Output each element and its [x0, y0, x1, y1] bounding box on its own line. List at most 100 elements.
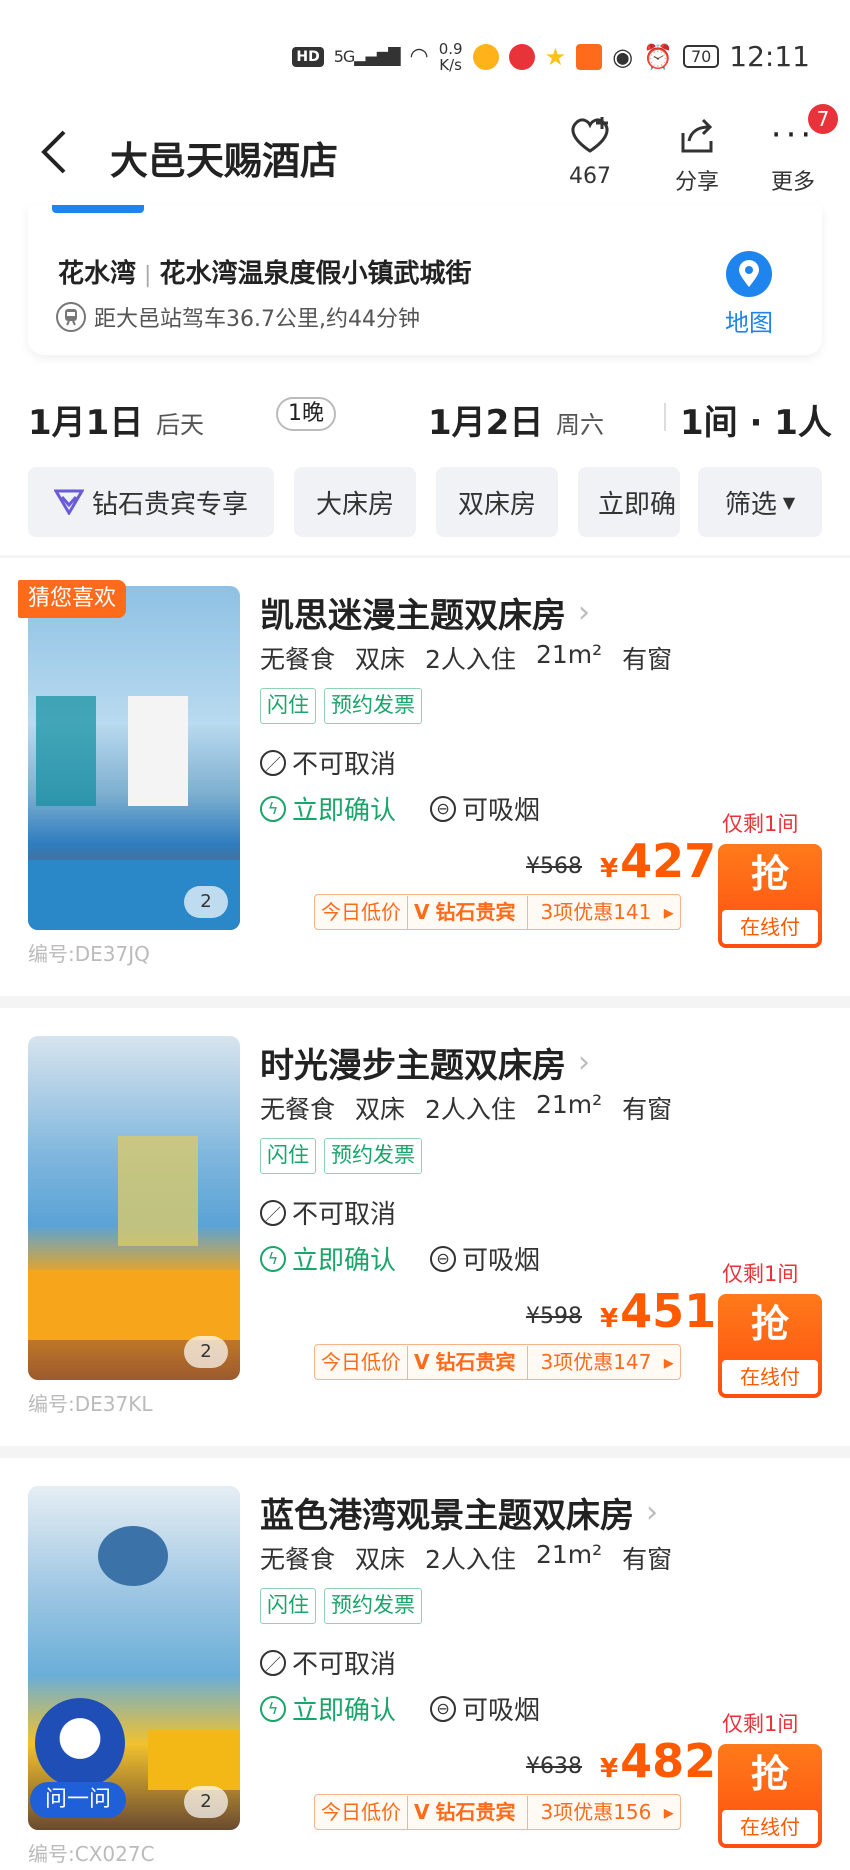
spec-bed: 双床 — [355, 1545, 406, 1574]
nav-header: 大邑天赐酒店 467 分享 ··· 更多 7 — [0, 100, 850, 205]
photo-wardrobe — [128, 696, 188, 806]
filter-twin-bed[interactable]: 双床房 — [436, 467, 558, 537]
share-button[interactable]: 分享 — [652, 112, 742, 196]
spec-window: 有窗 — [622, 645, 673, 674]
assistant-label: 问一问 — [30, 1782, 126, 1818]
spec-area: 21m² — [535, 640, 603, 669]
room-tags: 闪住 预约发票 — [260, 688, 422, 724]
checkout-day: 周六 — [556, 411, 604, 439]
promo-strip[interactable]: 今日低价 V 钻石贵宾 3项优惠141 ▸ — [314, 894, 681, 930]
smoking-allowed: ⊖ 可吸烟 — [430, 1690, 540, 1727]
more-button[interactable]: ··· 更多 7 — [748, 104, 838, 196]
lightning-icon: ϟ — [260, 1245, 286, 1272]
location-pin-icon — [726, 251, 772, 297]
page-title: 大邑天赐酒店 — [110, 139, 339, 183]
room-name[interactable]: 凯思迷漫主题双床房 › — [260, 588, 590, 637]
address-card[interactable]: 花水湾 | 花水湾温泉度假小镇武城街 距大邑站驾车36.7公里,约44分钟 地图 — [28, 205, 822, 355]
room-name-text: 凯思迷漫主题双床房 — [260, 596, 566, 636]
book-button-label: 抢 — [750, 1302, 789, 1346]
more-label: 更多 — [770, 170, 815, 195]
date-selector[interactable]: 1月1日 后天 1晚 1月2日 周六 1间 · 1人 — [0, 365, 850, 455]
filter-diamond-label: 钻石贵宾专享 — [91, 489, 248, 520]
checkout-date[interactable]: 1月2日 — [428, 395, 543, 444]
pay-online-label: 在线付 — [722, 910, 818, 944]
smoking-icon: ⊖ — [430, 795, 457, 822]
filter-dropdown-label: 筛选 — [724, 489, 777, 520]
chevron-right-icon: › — [578, 595, 590, 630]
book-button[interactable]: 抢 在线付 — [718, 1744, 822, 1848]
smoking-allowed: ⊖ 可吸烟 — [430, 1240, 540, 1277]
filter-king-bed[interactable]: 大床房 — [294, 467, 416, 537]
clock: 12:11 — [729, 40, 810, 73]
promo-discounts: 3项优惠147 ▸ — [528, 1346, 679, 1379]
smoking-icon: ⊖ — [430, 1695, 457, 1722]
battery-icon: 70 — [682, 45, 720, 68]
checkin-date[interactable]: 1月1日 — [28, 395, 143, 444]
assistant-button[interactable]: 问一问 — [30, 1698, 130, 1818]
favorite-count: 467 — [569, 164, 611, 189]
smoking-text: 可吸烟 — [462, 1696, 541, 1726]
network-type: 5G — [333, 47, 356, 66]
distance-text: 距大邑站驾车36.7公里,约44分钟 — [94, 307, 420, 332]
spec-bed: 双床 — [355, 645, 406, 674]
price-value: 482 — [620, 1734, 717, 1788]
lightning-icon: ϟ — [260, 1695, 286, 1722]
room-name[interactable]: 时光漫步主题双床房 › — [260, 1038, 590, 1087]
tag-flash: 闪住 — [260, 1588, 316, 1624]
room-code: 编号:DE37KL — [28, 1392, 153, 1416]
tag-invoice: 预约发票 — [324, 1138, 422, 1174]
filter-diamond[interactable]: 钻石贵宾专享 — [28, 467, 274, 537]
tag-flash: 闪住 — [260, 688, 316, 724]
checkin-day: 后天 — [156, 411, 204, 439]
promo-discounts: 3项优惠141 ▸ — [528, 896, 679, 929]
promo-today: 今日低价 — [315, 1795, 408, 1829]
book-button[interactable]: 抢 在线付 — [718, 844, 822, 948]
instant-confirm: ϟ 立即确认 — [260, 790, 396, 827]
room-code: 编号:DE37JQ — [28, 942, 150, 966]
promo-diamond-text: 钻石贵宾 — [435, 899, 516, 924]
rooms-guests-selector[interactable]: 1间 · 1人 — [680, 395, 832, 444]
eye-icon: ◉ — [612, 42, 634, 71]
photo-chandelier — [98, 1526, 168, 1586]
map-label: 地图 — [725, 309, 773, 337]
network-speed: 0.9 K/s — [439, 41, 463, 73]
currency-symbol: ¥ — [600, 1304, 619, 1334]
promo-discounts-text: 3项优惠141 — [540, 899, 652, 924]
app-notification-icon — [576, 43, 603, 70]
room-card[interactable]: 2 编号:DE37KL 时光漫步主题双床房 › 无餐食 双床 2人入住 21m² … — [0, 1008, 850, 1446]
filter-dropdown[interactable]: 筛选 ▼ — [698, 467, 822, 537]
favorite-button[interactable]: 467 — [545, 112, 635, 189]
promo-strip[interactable]: 今日低价 V 钻石贵宾 3项优惠147 ▸ — [314, 1344, 681, 1380]
book-button[interactable]: 抢 在线付 — [718, 1294, 822, 1398]
photo-screen — [118, 1136, 198, 1246]
address-street: 花水湾温泉度假小镇武城街 — [159, 259, 472, 289]
photo-count: 2 — [184, 1786, 228, 1818]
rooms-left: 仅剩1间 — [722, 1262, 799, 1286]
tag-flash: 闪住 — [260, 1138, 316, 1174]
divider — [664, 403, 666, 431]
map-button[interactable]: 地图 — [714, 251, 784, 338]
photo-curtain — [36, 696, 96, 806]
caret-down-icon: ▼ — [782, 492, 796, 512]
room-card[interactable]: 2 猜您喜欢 编号:DE37JQ 凯思迷漫主题双床房 › 无餐食 双床 2人入住 … — [0, 558, 850, 996]
filter-instant-confirm[interactable]: 立即确 — [578, 467, 680, 537]
rooms-left: 仅剩1间 — [722, 1712, 799, 1736]
promo-discounts-text: 3项优惠156 — [540, 1799, 652, 1824]
filter-bar: 钻石贵宾专享 大床房 双床房 立即确 筛选 ▼ — [0, 455, 850, 555]
back-button[interactable] — [34, 126, 78, 178]
spec-bed: 双床 — [355, 1095, 406, 1124]
speed-value: 0.9 — [438, 39, 463, 58]
promo-strip[interactable]: 今日低价 V 钻石贵宾 3项优惠156 ▸ — [314, 1794, 681, 1830]
cancel-policy: ／ 不可取消 — [260, 744, 396, 781]
room-photo[interactable]: 2 — [28, 586, 240, 930]
pay-online-label: 在线付 — [722, 1360, 818, 1394]
smoking-icon: ⊖ — [430, 1245, 457, 1272]
room-photo[interactable]: 2 — [28, 1036, 240, 1380]
room-name[interactable]: 蓝色港湾观景主题双床房 › — [260, 1488, 658, 1537]
confirm-row: ϟ 立即确认 ⊖ 可吸烟 — [260, 790, 540, 827]
promo-diamond: V 钻石贵宾 — [408, 1345, 529, 1379]
promo-today: 今日低价 — [315, 895, 408, 929]
photo-count: 2 — [184, 1336, 228, 1368]
photo-count: 2 — [184, 886, 228, 918]
smoking-text: 可吸烟 — [462, 796, 541, 826]
